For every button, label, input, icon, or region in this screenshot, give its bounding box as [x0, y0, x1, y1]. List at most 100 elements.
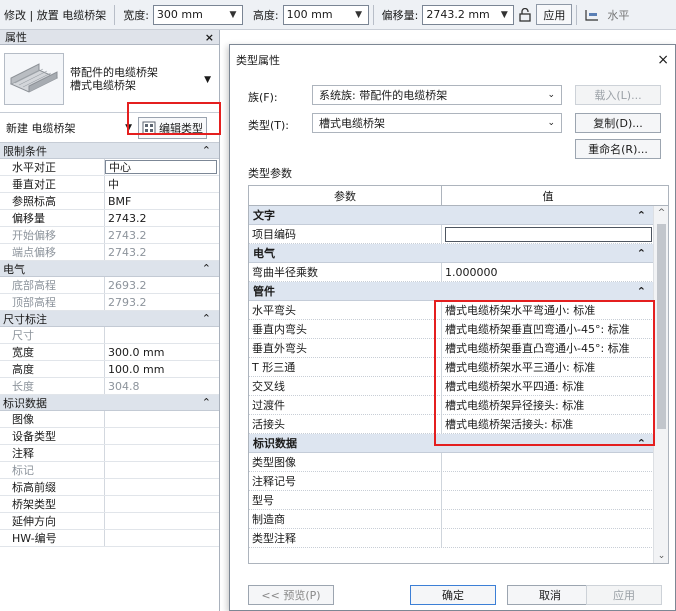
- collapse-icon[interactable]: ⌃: [202, 262, 211, 275]
- highlight-box: [127, 102, 221, 135]
- rename-button[interactable]: 重命名(R)...: [575, 139, 661, 159]
- parameter-name: 交叉线: [249, 377, 442, 395]
- scroll-thumb[interactable]: [657, 224, 666, 429]
- properties-grid: 限制条件 ⌃ 水平对正 中心 垂直对正中参照标高 BMF 偏移量 2743.2 开始偏移 2743…: [0, 143, 219, 547]
- parameter-value[interactable]: 1.000000: [442, 263, 654, 281]
- preview-button[interactable]: << 预览(P): [248, 585, 334, 605]
- parameter-name: 弯曲半径乘数: [249, 263, 442, 281]
- collapse-icon[interactable]: ⌃: [637, 209, 646, 222]
- width-value: 300 mm: [156, 8, 203, 21]
- type-combo[interactable]: 槽式电缆桥架 ⌄: [312, 113, 562, 133]
- chevron-down-icon[interactable]: ⌄: [547, 118, 555, 128]
- chevron-down-icon[interactable]: ▼: [498, 10, 510, 20]
- parameter-group-title: 标识数据: [253, 437, 297, 450]
- property-group-header[interactable]: 尺寸标注 ⌃: [0, 311, 219, 327]
- parameter-value[interactable]: [442, 472, 654, 490]
- column-header-param[interactable]: 参数: [249, 186, 442, 205]
- parameter-group-header[interactable]: 文字 ⌃: [249, 206, 654, 225]
- property-name: 桥架类型: [0, 496, 105, 512]
- collapse-icon[interactable]: ⌃: [637, 285, 646, 298]
- property-group-title: 电气: [3, 262, 25, 276]
- property-value[interactable]: [105, 513, 219, 529]
- scroll-down-icon[interactable]: ⌄: [654, 551, 668, 561]
- parameter-group-title: 文字: [253, 209, 275, 222]
- offset-combo[interactable]: 2743.2 mm ▼: [422, 4, 515, 25]
- align-horizontal-icon[interactable]: [584, 7, 600, 23]
- parameter-value[interactable]: [442, 491, 654, 509]
- property-name: 参照标高: [0, 193, 105, 209]
- parameter-group-header[interactable]: 电气 ⌃: [249, 244, 654, 263]
- property-value[interactable]: [105, 479, 219, 495]
- collapse-icon[interactable]: ⌃: [202, 144, 211, 157]
- property-value[interactable]: [105, 411, 219, 427]
- options-bar: 修改 | 放置 电缆桥架 宽度: 300 mm ▼ 高度: 100 mm ▼ 偏…: [0, 0, 676, 30]
- property-value[interactable]: [105, 428, 219, 444]
- property-value[interactable]: BMF: [105, 193, 219, 209]
- chevron-down-icon[interactable]: ▼: [353, 10, 365, 20]
- property-value[interactable]: [105, 496, 219, 512]
- close-icon[interactable]: ×: [205, 31, 214, 44]
- column-header-value[interactable]: 值: [442, 186, 654, 205]
- property-group-title: 标识数据: [3, 396, 47, 410]
- property-group-header[interactable]: 电气 ⌃: [0, 261, 219, 277]
- property-row: 参照标高 BMF: [0, 193, 219, 210]
- property-name: HW-编号: [0, 530, 105, 546]
- family-combo[interactable]: 系统族: 带配件的电缆桥架 ⌄: [312, 85, 562, 105]
- table-row: 弯曲半径乘数 1.000000: [249, 263, 654, 282]
- instance-selector-label: 新建 电缆桥架: [6, 121, 76, 135]
- scroll-up-icon[interactable]: ^: [654, 208, 668, 218]
- duplicate-button[interactable]: 复制(D)...: [575, 113, 661, 133]
- property-name: 底部高程: [0, 277, 105, 293]
- property-value[interactable]: [105, 530, 219, 546]
- property-value[interactable]: [105, 445, 219, 461]
- lock-icon[interactable]: [517, 7, 533, 23]
- parameter-name: 水平弯头: [249, 301, 442, 319]
- load-button[interactable]: 载入(L)...: [575, 85, 661, 105]
- collapse-icon[interactable]: ⌃: [202, 396, 211, 409]
- property-row: 开始偏移 2743.2: [0, 227, 219, 244]
- width-label: 宽度:: [123, 8, 149, 22]
- property-value[interactable]: 中心: [105, 160, 217, 174]
- property-name: 注释: [0, 445, 105, 461]
- apply-button[interactable]: 应用: [586, 585, 662, 605]
- height-value: 100 mm: [286, 8, 333, 21]
- horizontal-label[interactable]: 水平: [603, 7, 633, 23]
- collapse-icon[interactable]: ⌃: [637, 247, 646, 260]
- instance-selector[interactable]: 新建 电缆桥架 ▼: [4, 117, 134, 139]
- property-group-header[interactable]: 限制条件 ⌃: [0, 143, 219, 159]
- parameter-value[interactable]: [442, 225, 654, 243]
- vertical-scrollbar[interactable]: ^ ⌄: [653, 206, 668, 563]
- property-group-title: 尺寸标注: [3, 312, 47, 326]
- property-value[interactable]: 2743.2: [105, 210, 219, 226]
- width-combo[interactable]: 300 mm ▼: [152, 4, 243, 25]
- ok-button[interactable]: 确定: [410, 585, 496, 605]
- height-combo[interactable]: 100 mm ▼: [282, 4, 369, 25]
- property-group-header[interactable]: 标识数据 ⌃: [0, 395, 219, 411]
- collapse-icon[interactable]: ⌃: [202, 312, 211, 325]
- cancel-button[interactable]: 取消: [507, 585, 593, 605]
- property-value: 2743.2: [108, 245, 147, 259]
- parameter-group-header[interactable]: 管件 ⌃: [249, 282, 654, 301]
- property-row: 顶部高程 2793.2: [0, 294, 219, 311]
- parameter-value[interactable]: [442, 529, 654, 547]
- property-row: 端点偏移 2743.2: [0, 244, 219, 261]
- property-row: 水平对正 中心: [0, 159, 219, 176]
- parameter-name: 类型图像: [249, 453, 442, 471]
- close-icon[interactable]: ×: [657, 52, 669, 68]
- property-value[interactable]: 100.0 mm: [105, 361, 219, 377]
- dialog-title: 类型属性: [236, 54, 280, 67]
- chevron-down-icon[interactable]: ⌄: [547, 90, 555, 100]
- chevron-down-icon[interactable]: ▼: [204, 75, 211, 85]
- property-name: 标记: [0, 462, 105, 478]
- parameter-value[interactable]: [442, 510, 654, 528]
- parameter-input[interactable]: [445, 226, 652, 242]
- property-value: [105, 462, 219, 478]
- property-row: 设备类型: [0, 428, 219, 445]
- property-value[interactable]: 中: [105, 176, 219, 192]
- parameter-value[interactable]: [442, 453, 654, 471]
- property-value[interactable]: 300.0 mm: [105, 344, 219, 360]
- table-header: 参数 值: [249, 186, 668, 206]
- chevron-down-icon[interactable]: ▼: [227, 10, 239, 20]
- property-row: 注释: [0, 445, 219, 462]
- apply-button[interactable]: 应用: [536, 4, 573, 25]
